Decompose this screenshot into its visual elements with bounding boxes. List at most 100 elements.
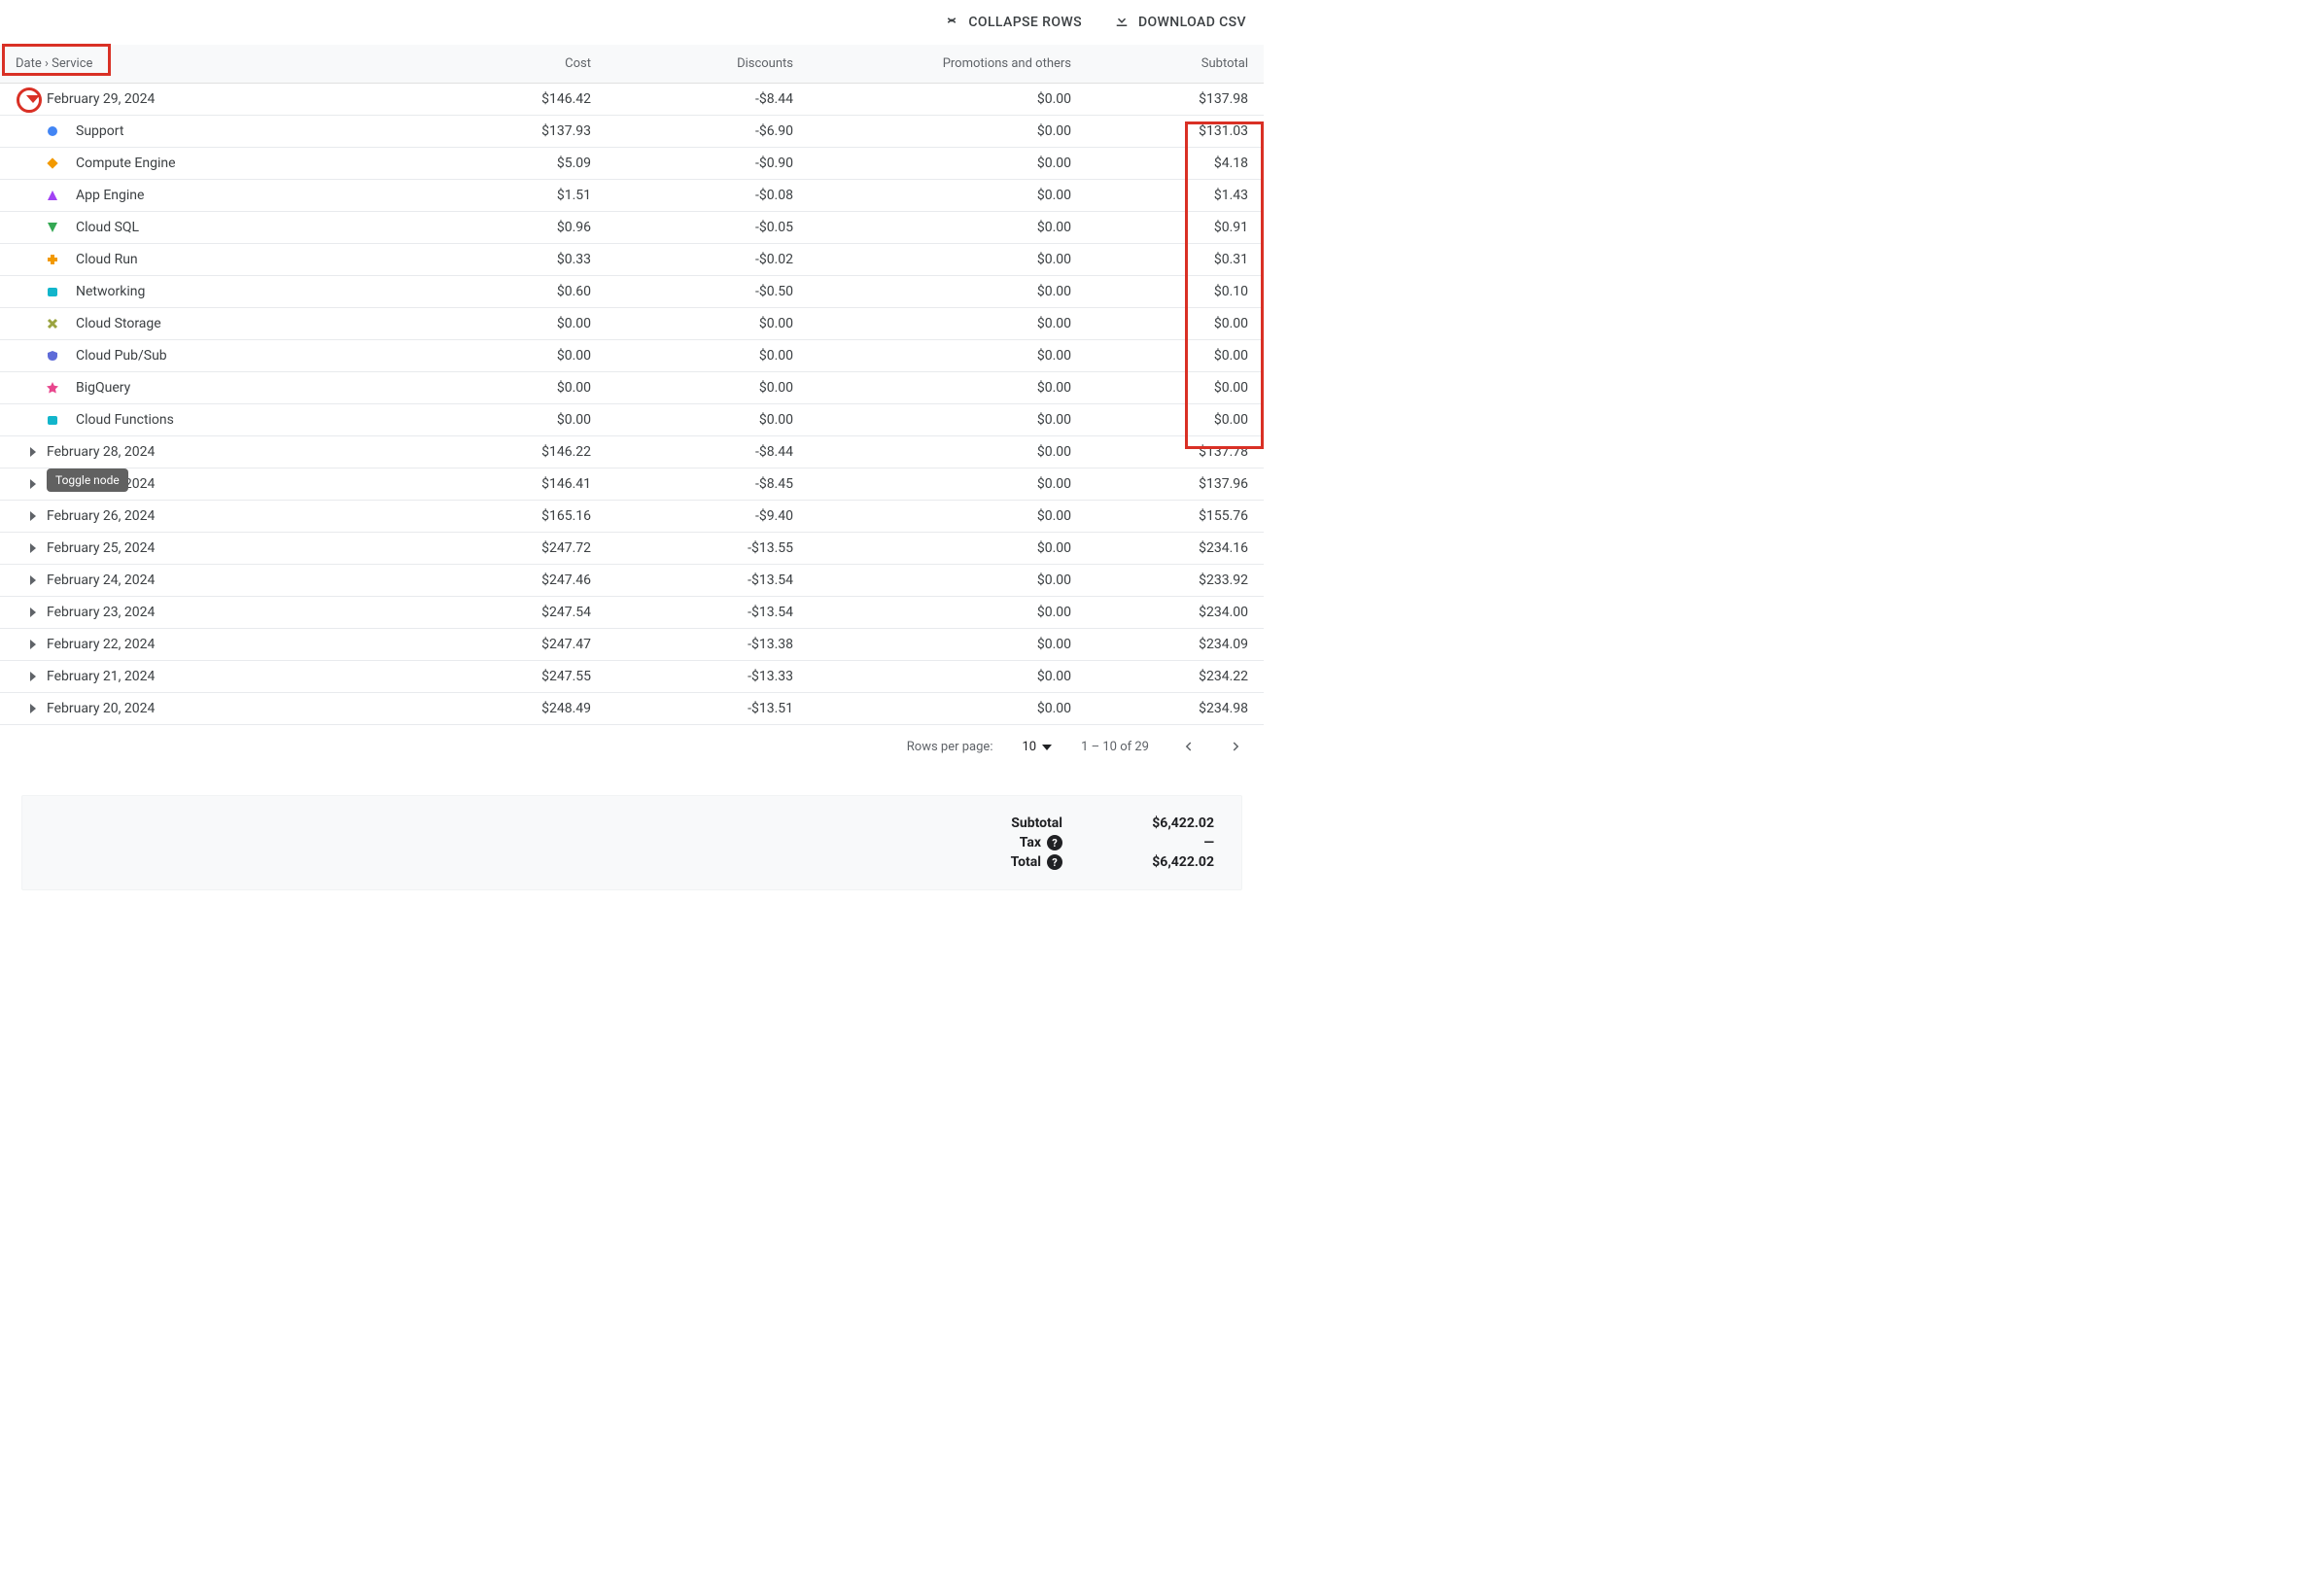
cost-cell: $247.72 — [455, 533, 607, 565]
service-row[interactable]: Cloud Run $0.33 -$0.02 $0.00 $0.31 — [0, 244, 1264, 276]
expand-toggle-icon[interactable] — [27, 446, 39, 458]
service-row[interactable]: Cloud Pub/Sub $0.00 $0.00 $0.00 $0.00 — [0, 340, 1264, 372]
date-label: February 29, 2024 — [47, 91, 155, 107]
discounts-cell: -$13.54 — [607, 565, 809, 597]
next-page-button[interactable] — [1227, 737, 1246, 756]
service-marker-icon — [47, 318, 58, 330]
date-row-collapsed[interactable]: February 28, 2024 $146.22 -$8.44 $0.00 $… — [0, 436, 1264, 468]
date-label: February 26, 2024 — [47, 508, 155, 524]
collapse-rows-label: COLLAPSE ROWS — [968, 15, 1082, 30]
cost-cell: $5.09 — [455, 148, 607, 180]
service-marker-icon — [47, 125, 58, 137]
cost-cell: $247.47 — [455, 629, 607, 661]
service-name: Cloud SQL — [76, 220, 139, 235]
expand-toggle-icon[interactable] — [27, 478, 39, 490]
subtotal-cell: $0.00 — [1087, 340, 1264, 372]
expand-toggle-icon[interactable] — [27, 671, 39, 682]
promotions-cell: $0.00 — [809, 180, 1087, 212]
cost-cell: $146.41 — [455, 468, 607, 501]
column-header-subtotal[interactable]: Subtotal — [1087, 45, 1264, 84]
collapse-toggle-icon[interactable] — [27, 93, 39, 105]
expand-toggle-icon[interactable] — [27, 703, 39, 714]
promotions-cell: $0.00 — [809, 276, 1087, 308]
service-row[interactable]: Networking $0.60 -$0.50 $0.00 $0.10 — [0, 276, 1264, 308]
download-csv-label: DOWNLOAD CSV — [1138, 15, 1246, 30]
promotions-cell: $0.00 — [809, 84, 1087, 116]
expand-toggle-icon[interactable] — [27, 574, 39, 586]
discounts-cell: -$6.90 — [607, 116, 809, 148]
date-row-collapsed[interactable]: February 25, 2024 $247.72 -$13.55 $0.00 … — [0, 533, 1264, 565]
date-label: February 22, 2024 — [47, 637, 155, 652]
service-name: BigQuery — [76, 380, 130, 396]
summary-total-label: Total — [1011, 854, 1041, 870]
subtotal-cell: $137.96 — [1087, 468, 1264, 501]
discounts-cell: -$0.08 — [607, 180, 809, 212]
service-row[interactable]: App Engine $1.51 -$0.08 $0.00 $1.43 — [0, 180, 1264, 212]
promotions-cell: $0.00 — [809, 436, 1087, 468]
subtotal-cell: $0.00 — [1087, 308, 1264, 340]
download-csv-button[interactable]: DOWNLOAD CSV — [1113, 12, 1246, 33]
collapse-rows-button[interactable]: COLLAPSE ROWS — [943, 12, 1082, 33]
subtotal-cell: $234.16 — [1087, 533, 1264, 565]
promotions-cell: $0.00 — [809, 212, 1087, 244]
date-row-collapsed[interactable]: February 21, 2024 $247.55 -$13.33 $0.00 … — [0, 661, 1264, 693]
column-header-discounts[interactable]: Discounts — [607, 45, 809, 84]
subtotal-cell: $0.00 — [1087, 372, 1264, 404]
subtotal-cell: $155.76 — [1087, 501, 1264, 533]
pagination-range: 1 – 10 of 29 — [1081, 740, 1149, 754]
summary-subtotal-value: $6,422.02 — [1117, 815, 1214, 831]
service-marker-icon — [47, 222, 58, 233]
column-header-promotions[interactable]: Promotions and others — [809, 45, 1087, 84]
expand-toggle-icon[interactable] — [27, 510, 39, 522]
date-row-collapsed[interactable]: February 24, 2024 $247.46 -$13.54 $0.00 … — [0, 565, 1264, 597]
help-icon[interactable]: ? — [1047, 854, 1062, 870]
cost-cell: $137.93 — [455, 116, 607, 148]
subtotal-cell: $234.09 — [1087, 629, 1264, 661]
cost-cell: $0.00 — [455, 308, 607, 340]
discounts-cell: -$0.90 — [607, 148, 809, 180]
service-row[interactable]: Support $137.93 -$6.90 $0.00 $131.03 — [0, 116, 1264, 148]
promotions-cell: $0.00 — [809, 340, 1087, 372]
summary-tax-value: — — [1117, 835, 1214, 850]
date-row-collapsed[interactable]: February 22, 2024 $247.47 -$13.38 $0.00 … — [0, 629, 1264, 661]
date-row-collapsed[interactable]: February 27, 2024 $146.41 -$8.45 $0.00 $… — [0, 468, 1264, 501]
subtotal-cell: $0.10 — [1087, 276, 1264, 308]
discounts-cell: $0.00 — [607, 340, 809, 372]
subtotal-cell: $137.98 — [1087, 84, 1264, 116]
discounts-cell: -$13.54 — [607, 597, 809, 629]
date-row-collapsed[interactable]: February 26, 2024 $165.16 -$9.40 $0.00 $… — [0, 501, 1264, 533]
service-name: Cloud Run — [76, 252, 138, 267]
promotions-cell: $0.00 — [809, 148, 1087, 180]
cost-cell: $247.46 — [455, 565, 607, 597]
service-row[interactable]: BigQuery $0.00 $0.00 $0.00 $0.00 — [0, 372, 1264, 404]
discounts-cell: -$0.05 — [607, 212, 809, 244]
prev-page-button[interactable] — [1178, 737, 1198, 756]
help-icon[interactable]: ? — [1047, 835, 1062, 850]
date-row-expanded[interactable]: February 29, 2024 $146.42 -$8.44 $0.00 $… — [0, 84, 1264, 116]
service-row[interactable]: Cloud SQL $0.96 -$0.05 $0.00 $0.91 — [0, 212, 1264, 244]
rows-per-page-select[interactable]: 10 — [1022, 740, 1052, 754]
summary-subtotal-label: Subtotal — [985, 815, 1062, 831]
discounts-cell: -$0.50 — [607, 276, 809, 308]
expand-toggle-icon[interactable] — [27, 542, 39, 554]
service-row[interactable]: Cloud Functions $0.00 $0.00 $0.00 $0.00 — [0, 404, 1264, 436]
column-header-group[interactable]: Date › Service — [16, 56, 92, 71]
cost-cell: $0.60 — [455, 276, 607, 308]
cost-cell: $165.16 — [455, 501, 607, 533]
service-row[interactable]: Cloud Storage $0.00 $0.00 $0.00 $0.00 — [0, 308, 1264, 340]
subtotal-cell: $0.00 — [1087, 404, 1264, 436]
subtotal-cell: $234.98 — [1087, 693, 1264, 725]
promotions-cell: $0.00 — [809, 116, 1087, 148]
service-row[interactable]: Compute Engine $5.09 -$0.90 $0.00 $4.18 — [0, 148, 1264, 180]
date-label: February 23, 2024 — [47, 605, 155, 620]
expand-toggle-icon[interactable] — [27, 607, 39, 618]
promotions-cell: $0.00 — [809, 693, 1087, 725]
column-header-cost[interactable]: Cost — [455, 45, 607, 84]
date-label: February 28, 2024 — [47, 444, 155, 460]
date-row-collapsed[interactable]: February 20, 2024 $248.49 -$13.51 $0.00 … — [0, 693, 1264, 725]
cost-cell: $247.54 — [455, 597, 607, 629]
date-row-collapsed[interactable]: February 23, 2024 $247.54 -$13.54 $0.00 … — [0, 597, 1264, 629]
service-name: Cloud Functions — [76, 412, 174, 428]
subtotal-cell: $234.22 — [1087, 661, 1264, 693]
expand-toggle-icon[interactable] — [27, 639, 39, 650]
